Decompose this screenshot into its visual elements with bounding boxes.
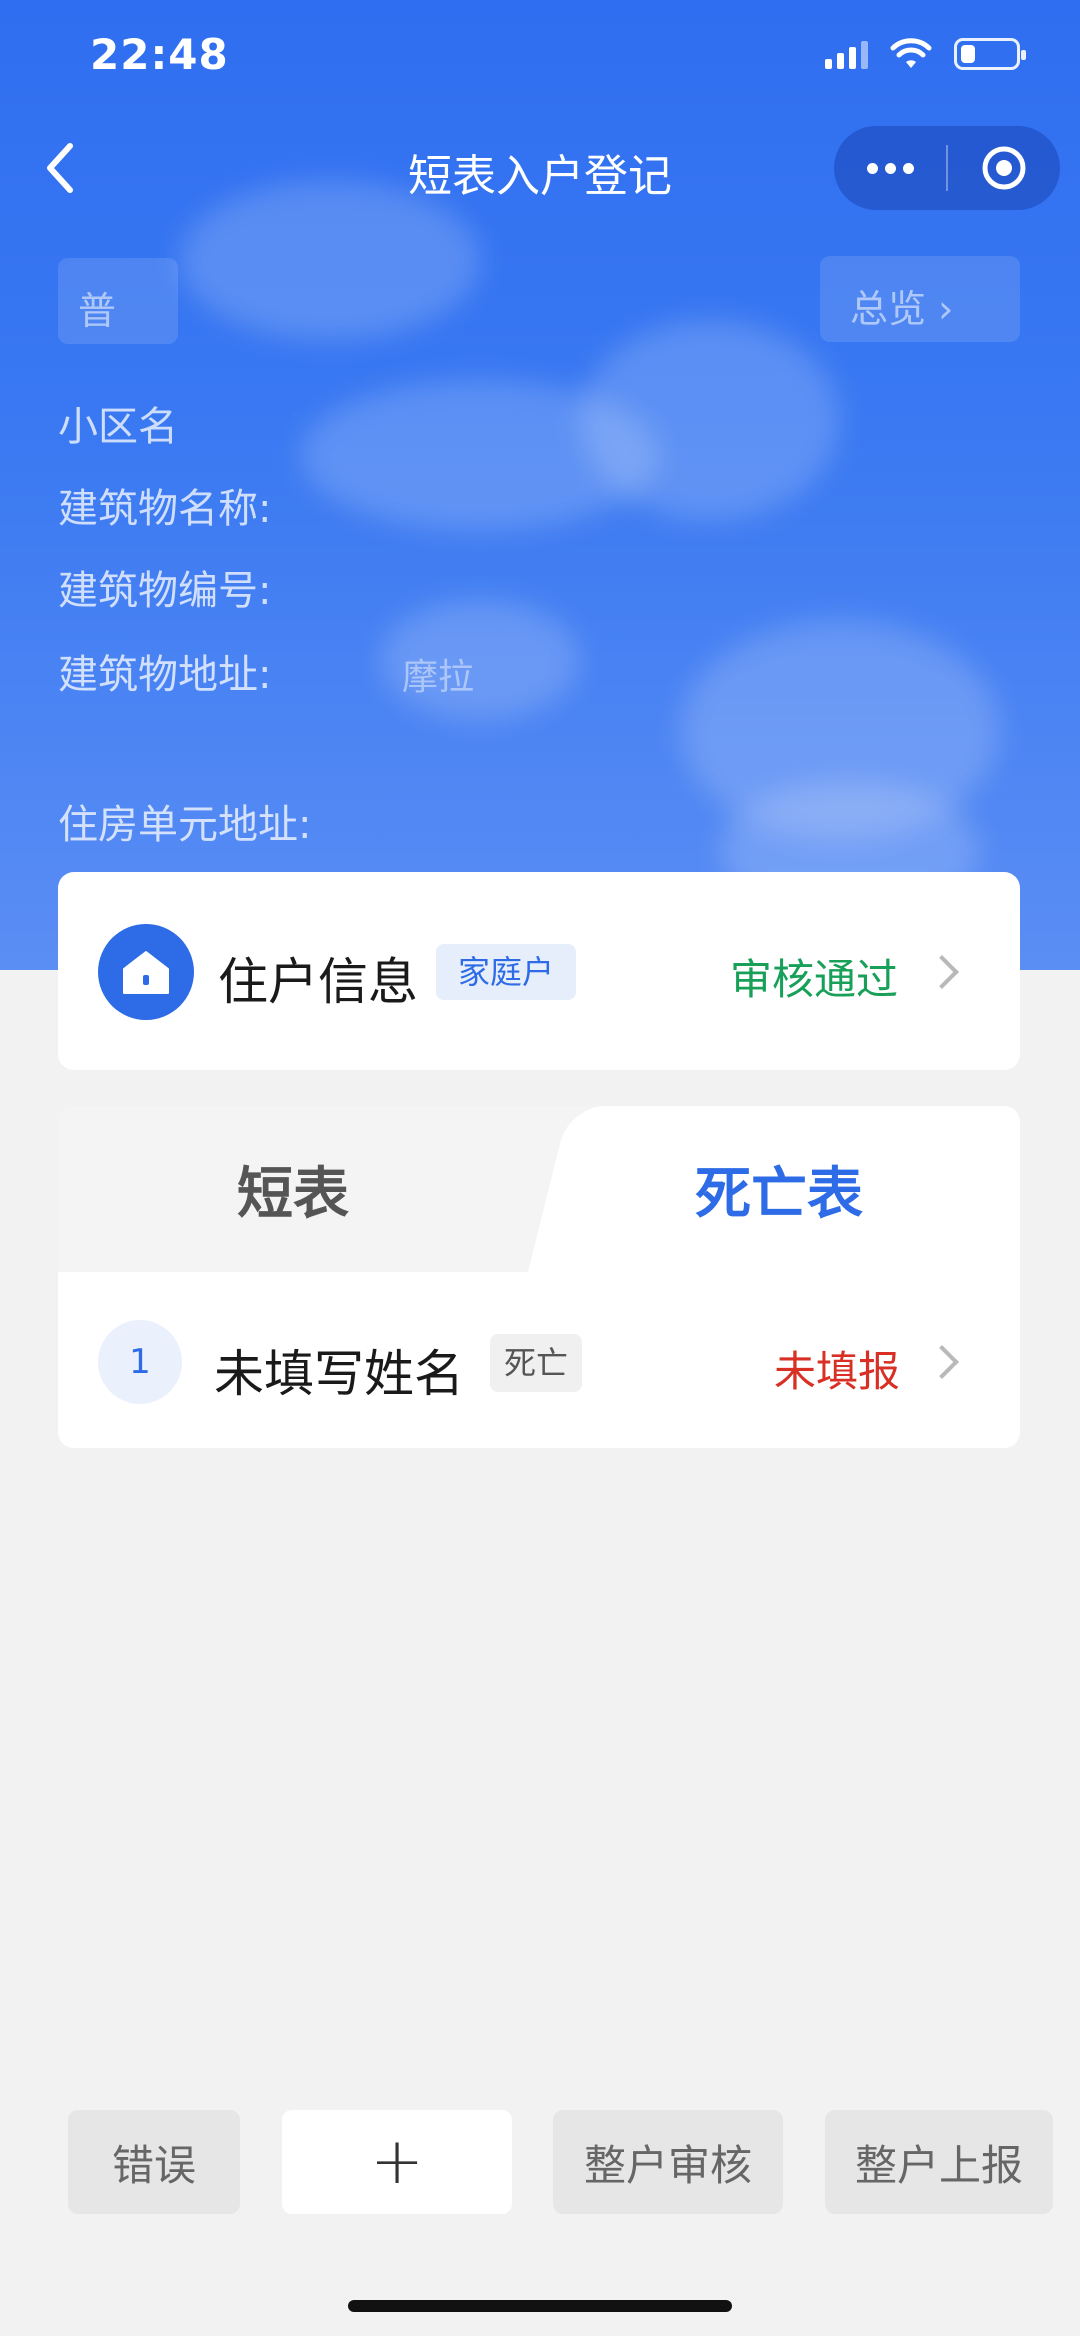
resident-info-title: 住户信息 (218, 953, 418, 1011)
home-indicator (348, 2300, 732, 2312)
target-icon (982, 146, 1026, 190)
overview-link[interactable]: 总览 › (820, 256, 1020, 342)
list-item[interactable]: 1 未填写姓名 死亡 未填报 (58, 1302, 1020, 1422)
household-type-badge: 家庭户 (436, 944, 577, 1000)
house-icon (98, 924, 194, 1020)
unit-address-label: 住房单元地址: (58, 802, 312, 848)
signal-icon (825, 39, 868, 69)
status-icons (825, 38, 1026, 70)
forms-card: 短表 死亡表 1 未填写姓名 死亡 未填报 (58, 1106, 1020, 1448)
battery-icon (954, 38, 1026, 70)
chevron-right-icon (925, 1345, 959, 1379)
close-miniprogram-button[interactable] (948, 126, 1060, 210)
miniprogram-capsule (834, 126, 1060, 210)
building-address-value: 摩拉 (402, 657, 475, 698)
death-badge: 死亡 (490, 1334, 583, 1392)
status-time: 22:48 (90, 30, 229, 79)
person-name: 未填写姓名 (214, 1345, 464, 1403)
nav-bar: 短表入户登记 (0, 126, 1080, 210)
more-button[interactable] (834, 126, 946, 210)
building-address-label: 建筑物地址: (58, 652, 272, 698)
bottom-action-bar: 错误 + 整户审核 整户上报 (0, 2110, 1080, 2216)
household-submit-button[interactable]: 整户上报 (825, 2110, 1053, 2214)
household-review-button[interactable]: 整户审核 (553, 2110, 783, 2214)
building-number-label: 建筑物编号: (58, 568, 272, 614)
more-dots-icon (866, 162, 878, 174)
add-button[interactable]: + (282, 2110, 512, 2214)
row-index: 1 (98, 1320, 182, 1404)
resident-info-card[interactable]: 住户信息 家庭户 审核通过 (58, 872, 1020, 1070)
wifi-icon (890, 38, 932, 68)
building-name-label: 建筑物名称: (58, 486, 272, 532)
review-status: 审核通过 (729, 955, 898, 1004)
error-button[interactable]: 错误 (68, 2110, 240, 2214)
community-name-label: 小区名 (58, 404, 178, 450)
tab-short-form[interactable]: 短表 (58, 1106, 528, 1272)
fill-status: 未填报 (773, 1347, 900, 1396)
chevron-right-icon (925, 955, 959, 989)
status-bar: 22:48 (0, 0, 1080, 120)
tab-death-form[interactable]: 死亡表 (538, 1106, 1020, 1272)
header-chip-left[interactable]: 普 (58, 258, 178, 344)
